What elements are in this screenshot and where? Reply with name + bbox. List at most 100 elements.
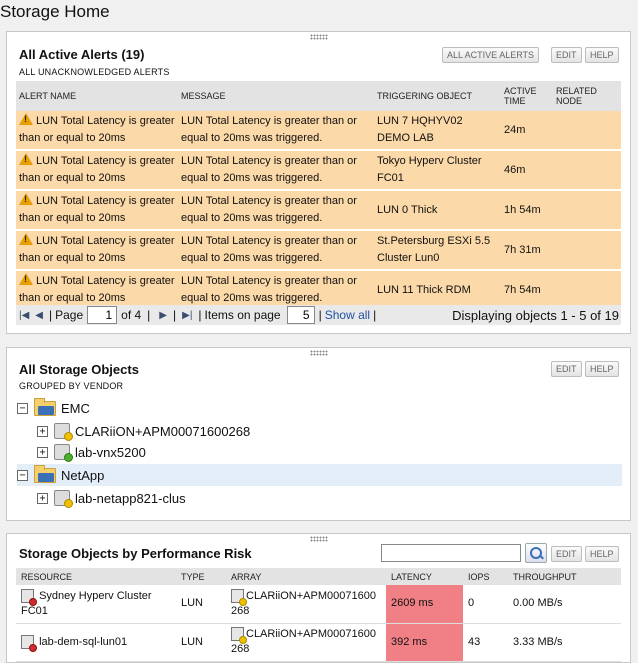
alert-name[interactable]: LUN Total Latency is greater than or equ… [19, 115, 175, 144]
col-active-time[interactable]: ACTIVE TIME [501, 81, 553, 111]
alerts-title: All Active Alerts (19) [19, 47, 145, 62]
alert-name[interactable]: LUN Total Latency is greater than or equ… [19, 235, 175, 264]
warning-icon [19, 233, 33, 245]
collapse-icon[interactable]: − [17, 469, 28, 481]
col-message[interactable]: MESSAGE [178, 81, 374, 111]
alert-triggering-object[interactable]: LUN 11 Thick RDM [374, 270, 501, 311]
alert-name[interactable]: LUN Total Latency is greater than or equ… [19, 275, 175, 304]
alert-triggering-object[interactable]: LUN 0 Thick [374, 190, 501, 231]
page-count-label: of 4 [121, 308, 142, 322]
latency-value: 392 ms [386, 623, 463, 662]
alert-row[interactable]: LUN Total Latency is greater than or equ… [16, 150, 621, 191]
resource-name[interactable]: Sydney Hyperv Cluster FC01 [21, 590, 152, 617]
storage-array-icon [231, 588, 247, 606]
alert-name-cell[interactable]: LUN Total Latency is greater than or equ… [16, 190, 178, 231]
risk-row[interactable]: lab-dem-sql-lun01 LUN CLARiiON+APM00071600… [16, 623, 621, 662]
drag-handle[interactable] [309, 536, 328, 542]
tree-array-vnx5200[interactable]: + lab-vnx5200 [37, 441, 638, 463]
collapse-icon[interactable]: − [17, 402, 28, 414]
folder-icon [34, 397, 56, 416]
help-button[interactable]: HELP [585, 546, 619, 562]
iops-value: 43 [463, 623, 508, 662]
all-active-alerts-button[interactable]: ALL ACTIVE ALERTS [442, 47, 540, 63]
warning-icon [19, 193, 33, 205]
alerts-pager: |◀ ◀ | Page of 4 | ▶ | ▶| | Items on pag… [16, 305, 621, 325]
alert-name-cell[interactable]: LUN Total Latency is greater than or equ… [16, 150, 178, 191]
vendor-name: NetApp [61, 467, 105, 483]
alert-row[interactable]: LUN Total Latency is greater than or equ… [16, 111, 621, 151]
drag-handle[interactable] [309, 350, 328, 356]
col-throughput[interactable]: THROUGHPUT [508, 568, 621, 585]
iops-value: 0 [463, 585, 508, 624]
tree-vendor-netapp[interactable]: − NetApp [17, 464, 622, 486]
next-page-icon[interactable]: ▶ [159, 310, 167, 321]
resource-cell[interactable]: Sydney Hyperv Cluster FC01 [16, 585, 176, 624]
col-iops[interactable]: IOPS [463, 568, 508, 585]
tree-array-clariion[interactable]: + CLARiiON+APM00071600268 [37, 420, 638, 442]
alert-name-cell[interactable]: LUN Total Latency is greater than or equ… [16, 270, 178, 311]
tree-vendor-emc[interactable]: − EMC [17, 397, 622, 419]
col-array[interactable]: ARRAY [226, 568, 386, 585]
help-button[interactable]: HELP [585, 361, 619, 377]
alerts-subtitle: ALL UNACKNOWLEDGED ALERTS [19, 67, 170, 77]
resource-type: LUN [176, 585, 226, 624]
resource-name[interactable]: lab-dem-sql-lun01 [39, 636, 127, 648]
storage-array-icon [54, 423, 73, 441]
resource-cell[interactable]: lab-dem-sql-lun01 [16, 623, 176, 662]
col-resource[interactable]: RESOURCE [16, 568, 176, 585]
prev-page-icon[interactable]: ◀ [35, 310, 43, 321]
show-all-link[interactable]: Show all [325, 308, 370, 322]
displaying-objects-text: Displaying objects 1 - 5 of 19 [452, 307, 619, 323]
drag-handle[interactable] [309, 34, 328, 40]
col-triggering-object[interactable]: TRIGGERING OBJECT [374, 81, 501, 111]
alert-row[interactable]: LUN Total Latency is greater than or equ… [16, 230, 621, 271]
last-page-icon[interactable]: ▶| [182, 310, 192, 321]
expand-icon[interactable]: + [37, 425, 48, 437]
warning-icon [19, 273, 33, 285]
alert-name[interactable]: LUN Total Latency is greater than or equ… [19, 155, 175, 184]
search-icon[interactable] [525, 543, 547, 563]
col-related-node[interactable]: RELATED NODE [553, 81, 621, 111]
alert-related-node [553, 190, 621, 231]
warning-status-icon [64, 432, 73, 441]
col-latency[interactable]: LATENCY [386, 568, 463, 585]
alert-name-cell[interactable]: LUN Total Latency is greater than or equ… [16, 111, 178, 151]
risk-table: RESOURCE TYPE ARRAY LATENCY IOPS THROUGH… [16, 568, 621, 662]
risk-row[interactable]: Sydney Hyperv Cluster FC01 LUN CLARiiON+AP… [16, 585, 621, 624]
alert-triggering-object[interactable]: LUN 7 HQHYV02 DEMO LAB [374, 111, 501, 151]
alert-row[interactable]: LUN Total Latency is greater than or equ… [16, 270, 621, 311]
alert-triggering-object[interactable]: Tokyo Hyperv Cluster FC01 [374, 150, 501, 191]
expand-icon[interactable]: + [37, 492, 48, 504]
edit-button[interactable]: EDIT [551, 546, 582, 562]
resource-type: LUN [176, 623, 226, 662]
latency-value: 2609 ms [386, 585, 463, 624]
items-per-page-input[interactable] [286, 306, 315, 324]
first-page-icon[interactable]: |◀ [19, 310, 29, 321]
alert-name-cell[interactable]: LUN Total Latency is greater than or equ… [16, 230, 178, 271]
array-cell[interactable]: CLARiiON+APM00071600268 [226, 585, 386, 624]
alert-related-node [553, 230, 621, 271]
storage-objects-panel: All Storage Objects GROUPED BY VENDOR ED… [6, 347, 631, 521]
tree-array-netapp821[interactable]: + lab-netapp821-clus [37, 487, 638, 509]
alert-triggering-object[interactable]: St.Petersburg ESXi 5.5 Cluster Lun0 [374, 230, 501, 271]
alert-message: LUN Total Latency is greater than or equ… [178, 230, 374, 271]
performance-risk-title: Storage Objects by Performance Risk [19, 546, 252, 561]
array-name[interactable]: CLARiiON+APM00071600268 [231, 590, 376, 617]
help-button[interactable]: HELP [585, 47, 619, 63]
warning-status-icon [64, 499, 73, 508]
col-alert-name[interactable]: ALERT NAME [16, 81, 178, 111]
col-type[interactable]: TYPE [176, 568, 226, 585]
array-name[interactable]: lab-vnx5200 [75, 445, 146, 460]
alert-row[interactable]: LUN Total Latency is greater than or equ… [16, 190, 621, 231]
page-number-input[interactable] [87, 306, 118, 324]
alert-name[interactable]: LUN Total Latency is greater than or equ… [19, 195, 175, 224]
array-name[interactable]: CLARiiON+APM00071600268 [231, 628, 376, 655]
edit-button[interactable]: EDIT [551, 361, 582, 377]
search-input[interactable] [381, 544, 521, 562]
critical-status-icon [29, 597, 37, 606]
expand-icon[interactable]: + [37, 446, 48, 458]
array-name[interactable]: CLARiiON+APM00071600268 [75, 424, 250, 439]
array-name[interactable]: lab-netapp821-clus [75, 491, 186, 506]
edit-button[interactable]: EDIT [551, 47, 582, 63]
array-cell[interactable]: CLARiiON+APM00071600268 [226, 623, 386, 662]
